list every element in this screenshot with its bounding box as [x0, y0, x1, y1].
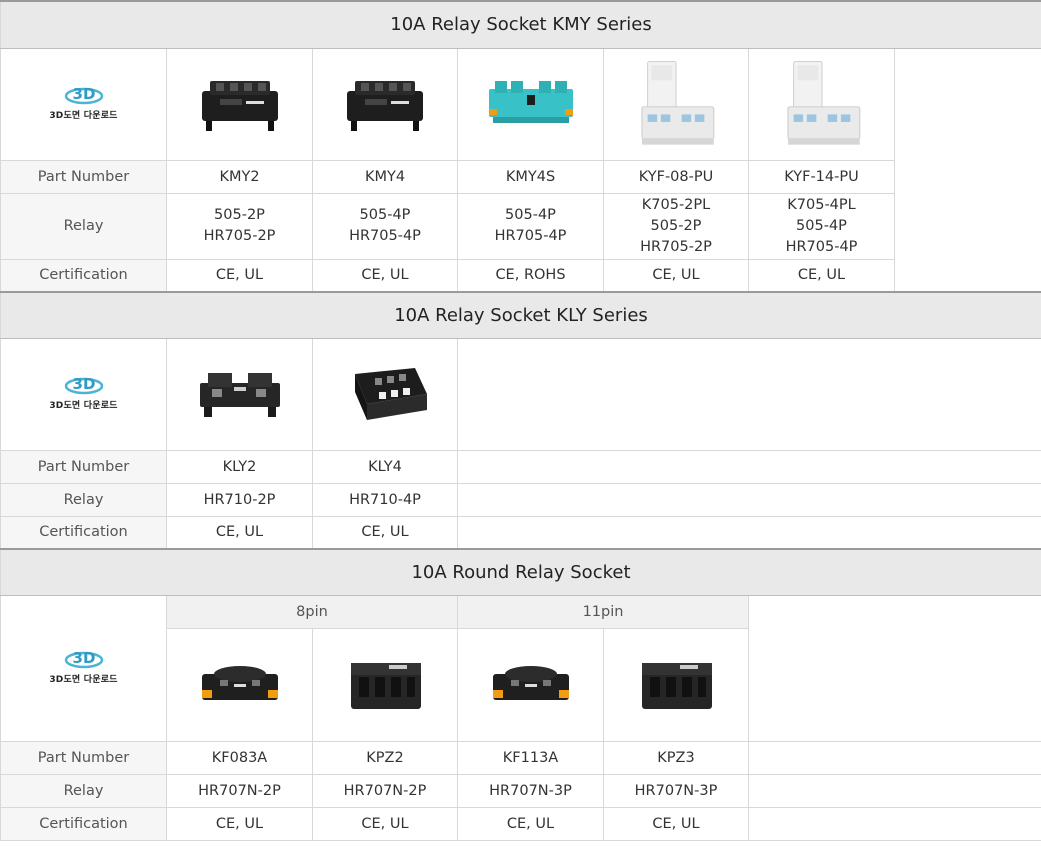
relay-value: HR707N-2P [166, 773, 313, 808]
certification: CE, UL [312, 258, 458, 293]
part-number: KMY2 [166, 159, 313, 194]
relay-value: HR707N-3P [603, 773, 749, 808]
relay-cell: 505-4P HR705-4P [457, 192, 604, 260]
kmy-section-title: 10A Relay Socket KMY Series [0, 0, 1041, 49]
kly4-image [312, 337, 458, 451]
product-catalog: 10A Relay Socket KMY Series 3D도면 다운로드 Pa… [0, 0, 1041, 861]
3d-download-logo: 3D도면 다운로드 [44, 643, 124, 689]
relay-value: HR707N-3P [457, 773, 604, 808]
part-number: KYF-08-PU [603, 159, 749, 194]
empty-cell [457, 515, 1041, 550]
part-number: KPZ2 [312, 740, 458, 775]
part-number: KYF-14-PU [748, 159, 895, 194]
certification: CE, ROHS [457, 258, 604, 293]
part-number: KLY2 [166, 449, 313, 484]
kmy-3d-download-link[interactable]: 3D도면 다운로드 [0, 47, 167, 161]
relay-value: K705-2PL [641, 196, 711, 213]
empty-cell [895, 259, 1041, 292]
round-section-title: 10A Round Relay Socket [0, 548, 1041, 596]
relay-label: Relay [0, 773, 167, 808]
3d-logo-icon [64, 81, 104, 107]
certification: CE, UL [748, 258, 895, 293]
empty-cell [895, 160, 1041, 193]
kmy4-image [312, 47, 458, 161]
3d-logo-icon [64, 371, 104, 397]
certification-label: Certification [0, 515, 167, 550]
relay-value: HR705-2P [203, 228, 276, 244]
kf113a-image [457, 627, 604, 742]
certification: CE, UL [312, 806, 458, 841]
relay-cell: K705-4PL 505-4P HR705-4P [748, 192, 895, 260]
certification: CE, UL [457, 806, 604, 841]
relay-value: 505-4P [359, 207, 411, 223]
relay-label: Relay [0, 192, 167, 260]
3d-logo-icon [64, 645, 104, 671]
certification-label: Certification [0, 806, 167, 841]
part-number: KMY4S [457, 159, 604, 194]
empty-cell [895, 193, 1041, 259]
empty-cell [457, 482, 1041, 517]
kly-3d-download-link[interactable]: 3D도면 다운로드 [0, 337, 167, 451]
part-number: KF113A [457, 740, 604, 775]
relay-value: HR705-4P [785, 238, 858, 255]
empty-cell [748, 773, 1041, 808]
empty-cell [748, 628, 1041, 741]
kyf-14-pu-image [748, 47, 895, 161]
part-number: KF083A [166, 740, 313, 775]
logo-text: 3D도면 다운로드 [49, 111, 118, 121]
relay-value: HR710-4P [312, 482, 458, 517]
certification: CE, UL [166, 806, 313, 841]
certification: CE, UL [166, 515, 313, 550]
relay-value: HR710-2P [166, 482, 313, 517]
kmy4s-image [457, 47, 604, 161]
certification: CE, UL [603, 258, 749, 293]
empty-cell [748, 595, 1041, 628]
relay-label: Relay [0, 482, 167, 517]
relay-value: 505-2P [214, 207, 265, 223]
relay-value: K705-4PL [787, 196, 856, 213]
relay-value: 505-4P [505, 207, 556, 223]
relay-cell: K705-2PL 505-2P HR705-2P [603, 192, 749, 260]
relay-value: 505-2P [650, 217, 702, 234]
relay-value: 505-4P [796, 217, 847, 234]
certification: CE, UL [603, 806, 749, 841]
round-3d-download-link[interactable]: 3D도면 다운로드 [0, 594, 167, 742]
relay-value: HR705-4P [494, 228, 567, 244]
part-number-label: Part Number [0, 740, 167, 775]
kly2-image [166, 337, 313, 451]
part-number-label: Part Number [0, 159, 167, 194]
empty-cell [457, 338, 1041, 450]
logo-text: 3D도면 다운로드 [49, 675, 118, 685]
part-number: KLY4 [312, 449, 458, 484]
relay-cell: 505-4P HR705-4P [312, 192, 458, 260]
relay-cell: 505-2P HR705-2P [166, 192, 313, 260]
logo-text: 3D도면 다운로드 [49, 401, 118, 411]
relay-value: HR705-2P [640, 238, 712, 255]
empty-cell [895, 48, 1041, 160]
3d-download-logo: 3D도면 다운로드 [44, 79, 124, 125]
empty-cell [748, 806, 1041, 841]
pin-group-8pin: 8pin [166, 594, 458, 629]
part-number: KPZ3 [603, 740, 749, 775]
part-number: KMY4 [312, 159, 458, 194]
kmy2-image [166, 47, 313, 161]
certification: CE, UL [312, 515, 458, 550]
kly-section-title: 10A Relay Socket KLY Series [0, 291, 1041, 339]
kyf-08-pu-image [603, 47, 749, 161]
relay-socket-table: 10A Relay Socket KMY Series 3D도면 다운로드 Pa… [0, 0, 1041, 841]
empty-cell [457, 449, 1041, 484]
pin-group-11pin: 11pin [457, 594, 749, 629]
kf083a-image [166, 627, 313, 742]
certification: CE, UL [166, 258, 313, 293]
3d-download-logo: 3D도면 다운로드 [44, 369, 124, 415]
certification-label: Certification [0, 258, 167, 293]
part-number-label: Part Number [0, 449, 167, 484]
kpz3-image [603, 627, 749, 742]
relay-value: HR705-4P [349, 228, 421, 244]
kpz2-image [312, 627, 458, 742]
relay-value: HR707N-2P [312, 773, 458, 808]
empty-cell [748, 740, 1041, 775]
